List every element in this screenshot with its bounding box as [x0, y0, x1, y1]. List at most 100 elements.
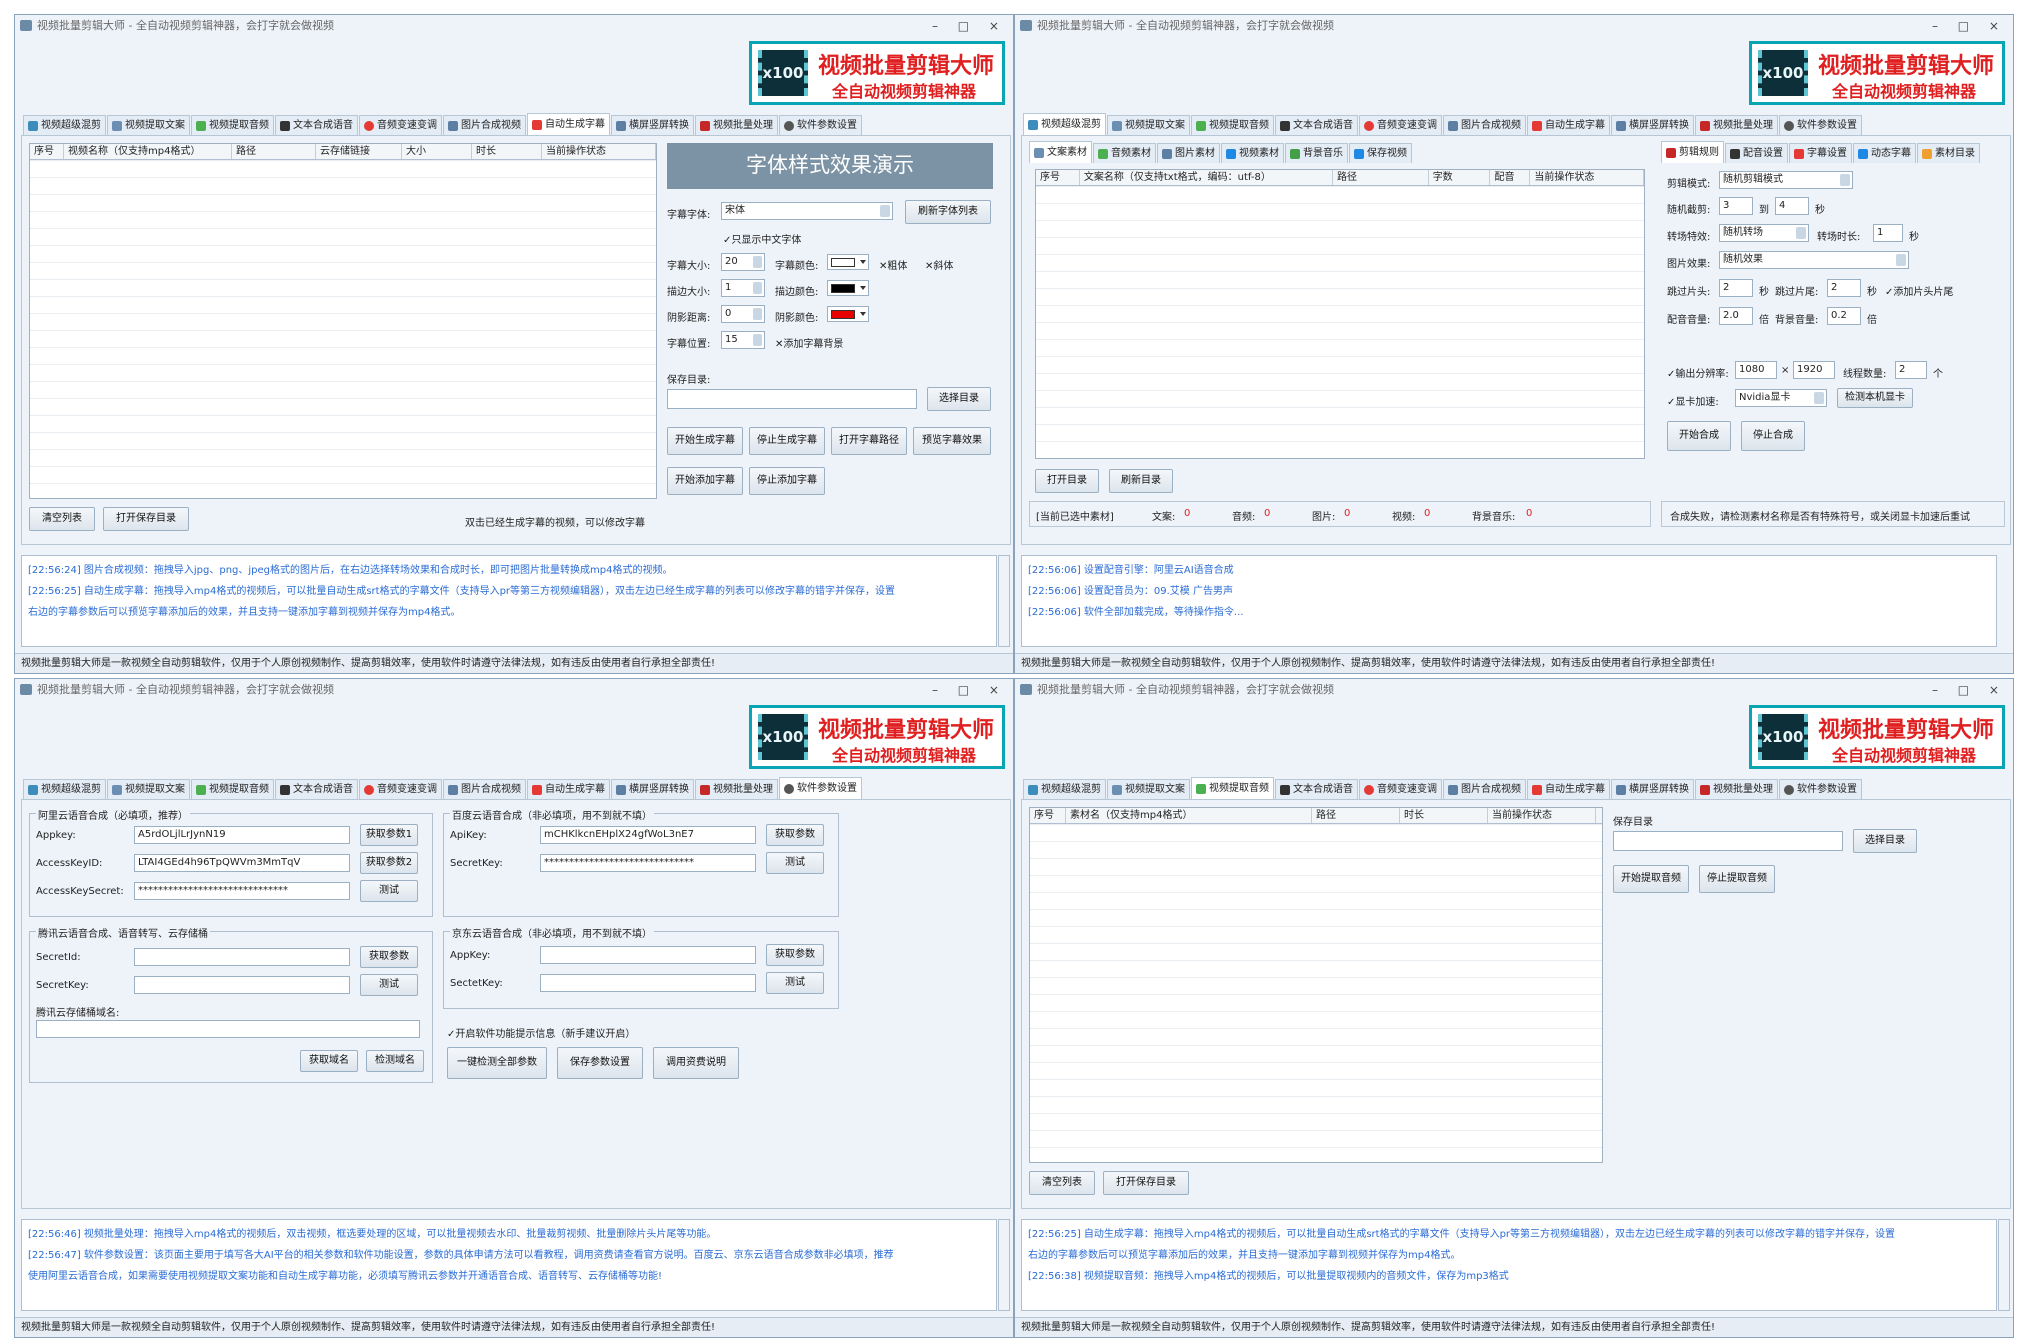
subtab-dub-settings[interactable]: 配音设置 — [1725, 143, 1788, 163]
tab-orientation[interactable]: 横屏竖屏转换 — [1611, 779, 1694, 799]
bgm-volume-input[interactable]: 0.2 — [1827, 307, 1861, 325]
subtab-save-video[interactable]: 保存视频 — [1349, 143, 1412, 163]
mode-select[interactable]: 随机剪辑模式 — [1719, 171, 1853, 189]
text-material-list[interactable]: 序号 文案名称（仅支持txt格式，编码：utf-8） 路径 字数 配音 当前操作… — [1035, 169, 1645, 459]
image-effect-select[interactable]: 随机效果 — [1719, 251, 1909, 269]
tab-auto-subtitle[interactable]: 自动生成字幕 — [1527, 779, 1610, 799]
tab-tts[interactable]: 文本合成语音 — [275, 115, 358, 135]
get-param2-button[interactable]: 获取参数2 — [360, 852, 418, 874]
subtab-edit-rules[interactable]: 剪辑规则 — [1661, 141, 1724, 163]
access-key-secret-input[interactable]: ****************************** — [134, 882, 350, 900]
tab-orientation[interactable]: 横屏竖屏转换 — [1611, 115, 1694, 135]
tab-tts[interactable]: 文本合成语音 — [1275, 779, 1358, 799]
tab-settings[interactable]: 软件参数设置 — [779, 115, 862, 135]
preview-subtitle-button[interactable]: 预览字幕效果 — [913, 427, 991, 455]
tab-audio-speed[interactable]: 音频变速变调 — [1359, 115, 1442, 135]
tab-extract-text[interactable]: 视频提取文案 — [1107, 115, 1190, 135]
test-jd-button[interactable]: 测试 — [766, 972, 824, 994]
check-domain-button[interactable]: 检测域名 — [366, 1050, 424, 1072]
tab-extract-audio[interactable]: 视频提取音频 — [1191, 777, 1274, 799]
tab-batch-process[interactable]: 视频批量处理 — [695, 115, 778, 135]
crop-to-input[interactable]: 4 — [1775, 197, 1809, 215]
shadow-stepper[interactable]: 0 — [721, 305, 765, 323]
show-tips-checkbox[interactable]: ✓开启软件功能提示信息（新手建议开启） — [447, 1025, 635, 1040]
stop-add-subtitle-button[interactable]: 停止添加字幕 — [749, 467, 825, 495]
get-jd-param-button[interactable]: 获取参数 — [766, 944, 824, 966]
tab-auto-subtitle[interactable]: 自动生成字幕 — [527, 113, 610, 135]
bucket-domain-input[interactable] — [36, 1020, 420, 1038]
font-color-picker[interactable] — [827, 254, 869, 270]
start-add-subtitle-button[interactable]: 开始添加字幕 — [667, 467, 743, 495]
tab-batch-process[interactable]: 视频批量处理 — [1695, 779, 1778, 799]
jd-secret-key-input[interactable] — [540, 974, 756, 992]
test-aliyun-button[interactable]: 测试 — [360, 880, 418, 902]
clear-list-button[interactable]: 清空列表 — [1029, 1171, 1095, 1195]
resolution-height-input[interactable]: 1920 — [1793, 361, 1835, 379]
tab-settings[interactable]: 软件参数设置 — [779, 777, 862, 799]
save-dir-input[interactable] — [667, 389, 917, 409]
stroke-stepper[interactable]: 1 — [721, 279, 765, 297]
open-save-dir-button[interactable]: 打开保存目录 — [103, 507, 189, 531]
subtab-bgm[interactable]: 背景音乐 — [1285, 143, 1348, 163]
save-dir-input[interactable] — [1613, 831, 1843, 851]
jd-appkey-input[interactable] — [540, 946, 756, 964]
stop-compose-button[interactable]: 停止合成 — [1741, 421, 1805, 451]
threads-input[interactable]: 2 — [1895, 361, 1927, 379]
log-scrollbar[interactable] — [998, 555, 1010, 647]
transition-select[interactable]: 随机转场 — [1719, 224, 1809, 242]
tab-audio-speed[interactable]: 音频变速变调 — [1359, 779, 1442, 799]
bold-checkbox[interactable]: ✕粗体 — [879, 257, 907, 272]
tab-extract-text[interactable]: 视频提取文案 — [107, 779, 190, 799]
tab-tts[interactable]: 文本合成语音 — [275, 779, 358, 799]
gpu-select[interactable]: Nvidia显卡 — [1735, 389, 1827, 407]
open-subtitle-path-button[interactable]: 打开字幕路径 — [831, 427, 907, 455]
position-stepper[interactable]: 15 — [721, 331, 765, 349]
tab-image-video[interactable]: 图片合成视频 — [443, 115, 526, 135]
open-save-dir-button[interactable]: 打开保存目录 — [1103, 1171, 1189, 1195]
stroke-color-picker[interactable] — [827, 280, 869, 296]
refresh-fonts-button[interactable]: 刷新字体列表 — [905, 200, 991, 224]
get-tencent-param-button[interactable]: 获取参数 — [360, 946, 418, 968]
window-controls[interactable]: – □ × — [932, 15, 1007, 37]
get-param1-button[interactable]: 获取参数1 — [360, 824, 418, 846]
tab-orientation[interactable]: 横屏竖屏转换 — [611, 115, 694, 135]
tab-video-mix[interactable]: 视频超级混剪 — [1023, 113, 1106, 135]
italic-checkbox[interactable]: ✕斜体 — [925, 257, 953, 272]
tab-settings[interactable]: 软件参数设置 — [1779, 779, 1862, 799]
refresh-dir-button[interactable]: 刷新目录 — [1109, 469, 1173, 493]
detect-gpu-button[interactable]: 检测本机显卡 — [1837, 388, 1913, 408]
add-background-checkbox[interactable]: ✕添加字幕背景 — [775, 335, 843, 350]
tab-extract-audio[interactable]: 视频提取音频 — [1191, 115, 1274, 135]
tab-auto-subtitle[interactable]: 自动生成字幕 — [1527, 115, 1610, 135]
tab-audio-speed[interactable]: 音频变速变调 — [359, 115, 442, 135]
get-domain-button[interactable]: 获取域名 — [300, 1050, 358, 1072]
appkey-input[interactable]: A5rdOLjlLrJynN19 — [134, 826, 350, 844]
gpu-accel-checkbox[interactable]: ✓显卡加速: — [1667, 393, 1719, 408]
open-dir-button[interactable]: 打开目录 — [1035, 469, 1099, 493]
check-all-params-button[interactable]: 一键检测全部参数 — [447, 1047, 547, 1079]
resolution-width-input[interactable]: 1080 — [1735, 361, 1777, 379]
subtab-material-dir[interactable]: 素材目录 — [1917, 143, 1980, 163]
window-controls[interactable]: – □ × — [932, 679, 1007, 701]
tab-orientation[interactable]: 横屏竖屏转换 — [611, 779, 694, 799]
get-baidu-param-button[interactable]: 获取参数 — [766, 824, 824, 846]
subtab-subtitle-settings[interactable]: 字幕设置 — [1789, 143, 1852, 163]
tab-extract-audio[interactable]: 视频提取音频 — [191, 115, 274, 135]
dub-volume-input[interactable]: 2.0 — [1719, 307, 1753, 325]
tab-video-mix[interactable]: 视频超级混剪 — [23, 115, 106, 135]
subtab-dynamic-subtitle[interactable]: 动态字幕 — [1853, 143, 1916, 163]
subtab-text[interactable]: 文案素材 — [1029, 141, 1092, 163]
resolution-checkbox[interactable]: ✓输出分辨率: — [1667, 365, 1729, 380]
add-head-tail-checkbox[interactable]: ✓添加片头片尾 — [1885, 283, 1953, 298]
audio-source-list[interactable]: 序号 素材名（仅支持mp4格式） 路径 时长 当前操作状态 — [1029, 807, 1603, 1163]
tab-image-video[interactable]: 图片合成视频 — [443, 779, 526, 799]
subtab-audio[interactable]: 音频素材 — [1093, 143, 1156, 163]
tab-settings[interactable]: 软件参数设置 — [1779, 115, 1862, 135]
choose-dir-button[interactable]: 选择目录 — [1853, 829, 1917, 853]
window-controls[interactable]: – □ × — [1932, 679, 2007, 701]
font-select[interactable]: 宋体 — [721, 202, 893, 220]
crop-from-input[interactable]: 3 — [1719, 197, 1753, 215]
stop-extract-audio-button[interactable]: 停止提取音频 — [1699, 865, 1775, 893]
start-extract-audio-button[interactable]: 开始提取音频 — [1613, 865, 1689, 893]
secret-id-input[interactable] — [134, 948, 350, 966]
